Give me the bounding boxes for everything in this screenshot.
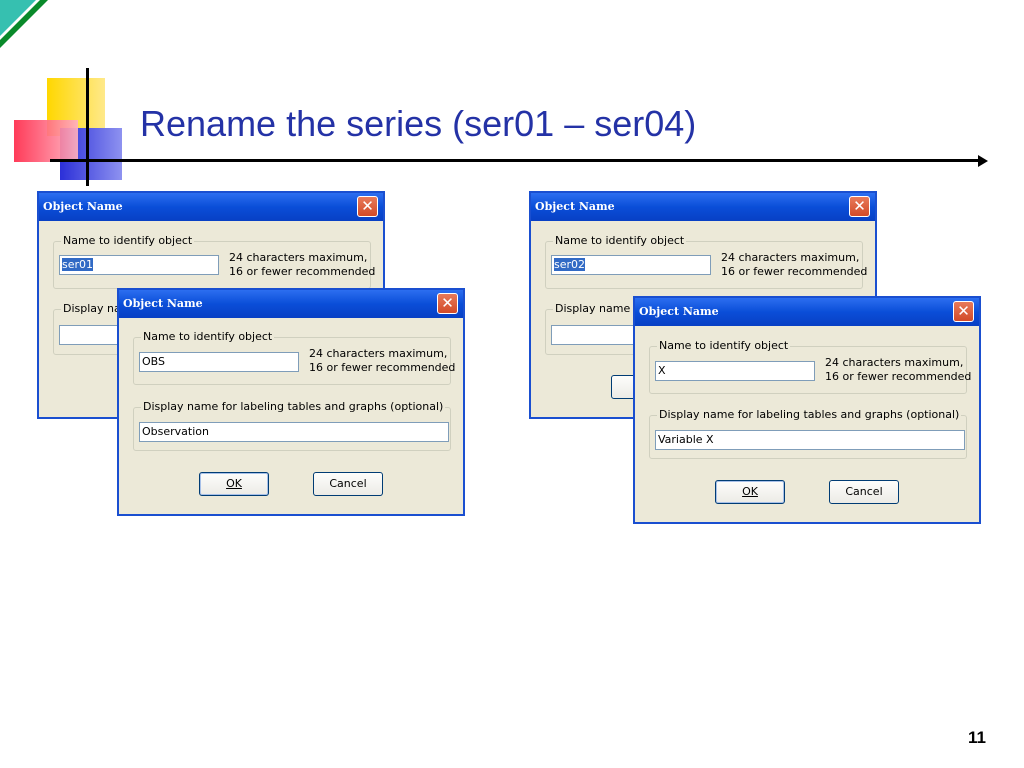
cancel-button[interactable]: Cancel: [313, 472, 383, 496]
name-group-label: Name to identify object: [657, 339, 791, 352]
dialog-title: Object Name: [639, 305, 719, 318]
close-button[interactable]: ✕: [437, 293, 458, 314]
display-group-label: Display name for labeling tables and gra…: [141, 400, 446, 413]
slide-title: Rename the series (ser01 – ser04): [140, 103, 697, 144]
name-input[interactable]: OBS: [139, 352, 299, 372]
title-rule-arrow: [978, 155, 988, 167]
name-group-label: Name to identify object: [141, 330, 275, 343]
close-button[interactable]: ✕: [849, 196, 870, 217]
title-rule: [50, 159, 980, 162]
display-group-label: Display name for labeling tables and gra…: [657, 408, 962, 421]
ok-button[interactable]: OK: [199, 472, 269, 496]
title-deco-vertical-line: [86, 68, 89, 186]
dialog-title: Object Name: [535, 200, 615, 213]
dialog-titlebar[interactable]: Object Name ✕: [635, 298, 979, 326]
close-button[interactable]: ✕: [357, 196, 378, 217]
dialog-titlebar[interactable]: Object Name ✕: [531, 193, 875, 221]
cancel-button[interactable]: Cancel: [829, 480, 899, 504]
name-note: 24 characters maximum, 16 or fewer recom…: [229, 251, 376, 278]
dialog-titlebar[interactable]: Object Name ✕: [119, 290, 463, 318]
display-input[interactable]: Observation: [139, 422, 449, 442]
close-button[interactable]: ✕: [953, 301, 974, 322]
ok-button[interactable]: OK: [715, 480, 785, 504]
corner-decoration-accent: [0, 0, 36, 36]
display-input[interactable]: Variable X: [655, 430, 965, 450]
dialog-title: Object Name: [123, 297, 203, 310]
name-note: 24 characters maximum, 16 or fewer recom…: [721, 251, 868, 278]
left-front-dialog: Object Name ✕ Name to identify object OB…: [117, 288, 465, 516]
page-number: 11: [968, 728, 986, 747]
close-icon: ✕: [361, 197, 374, 215]
name-note: 24 characters maximum, 16 or fewer recom…: [309, 347, 456, 374]
title-deco-red-square: [14, 120, 78, 162]
dialog-title: Object Name: [43, 200, 123, 213]
close-icon: ✕: [957, 302, 970, 320]
name-input[interactable]: X: [655, 361, 815, 381]
name-group-label: Name to identify object: [553, 234, 687, 247]
close-icon: ✕: [853, 197, 866, 215]
name-group-label: Name to identify object: [61, 234, 195, 247]
name-input[interactable]: ser01: [59, 255, 219, 275]
dialog-titlebar[interactable]: Object Name ✕: [39, 193, 383, 221]
close-icon: ✕: [441, 294, 454, 312]
name-note: 24 characters maximum, 16 or fewer recom…: [825, 356, 972, 383]
name-input[interactable]: ser02: [551, 255, 711, 275]
right-front-dialog: Object Name ✕ Name to identify object X …: [633, 296, 981, 524]
